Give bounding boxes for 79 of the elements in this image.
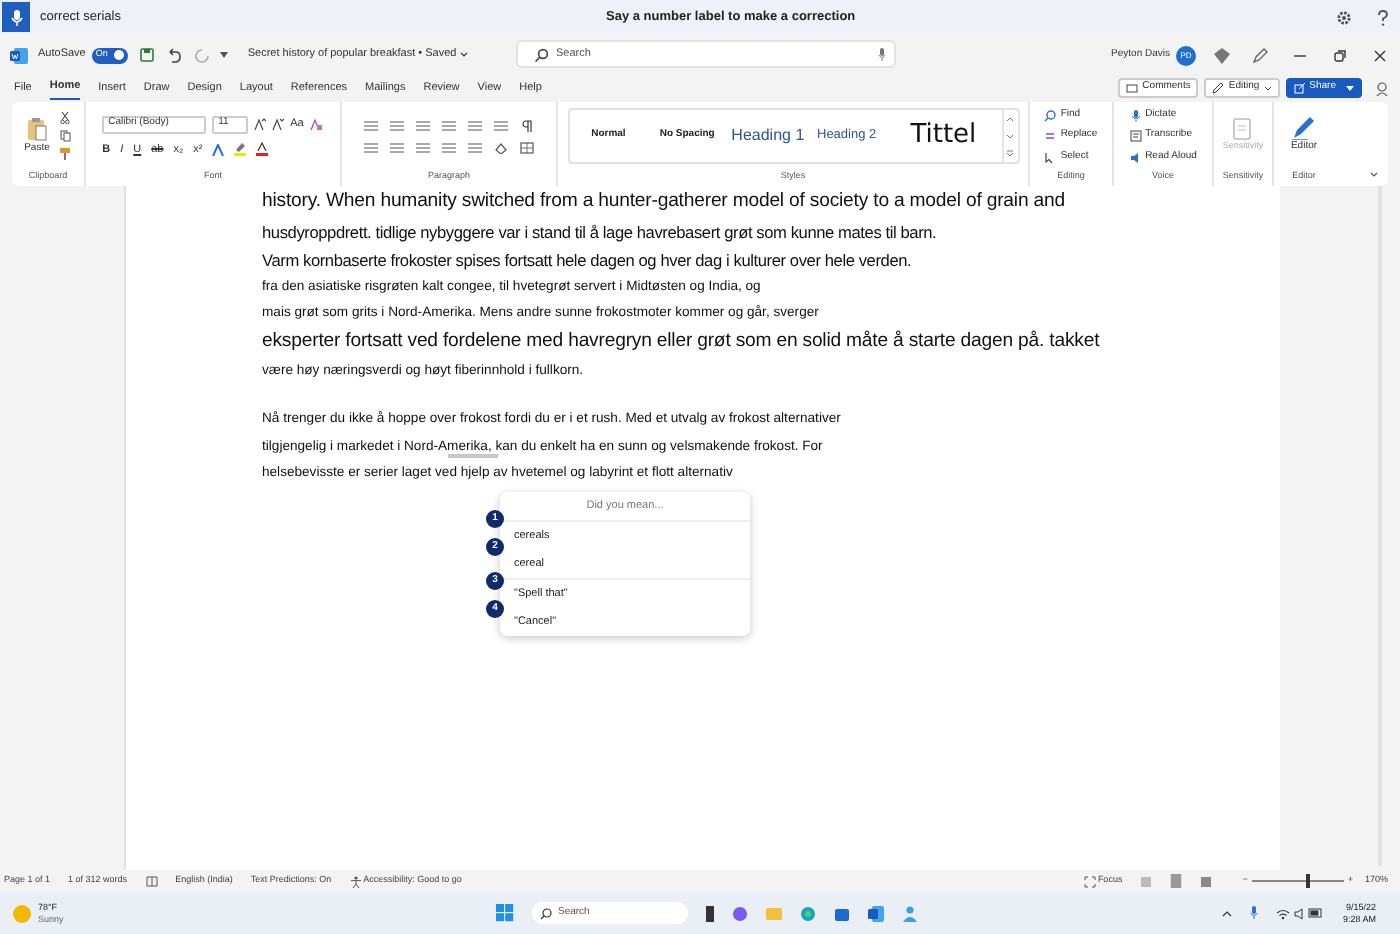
align-right-icon[interactable] (416, 141, 430, 154)
pen-icon (1212, 82, 1225, 94)
numbering-icon[interactable] (390, 119, 404, 132)
copy-icon[interactable] (59, 130, 72, 143)
web-layout-icon[interactable] (1200, 875, 1213, 887)
center-icon[interactable] (390, 141, 404, 154)
collapse-ribbon-icon[interactable] (1370, 172, 1378, 178)
decrease-indent-icon[interactable] (442, 119, 456, 132)
microphone-icon (9, 9, 23, 25)
accessibility-icon (349, 875, 362, 887)
diamond-icon[interactable] (1214, 47, 1230, 63)
chevron-up-icon[interactable] (1222, 909, 1233, 917)
search-icon (540, 907, 552, 919)
browser-icon[interactable] (800, 905, 816, 921)
slider-thumb[interactable] (1306, 874, 1311, 888)
chevron-down-icon (460, 52, 469, 58)
transcribe-icon (1129, 130, 1142, 143)
settings-icon[interactable] (1336, 9, 1352, 25)
grow-font-icon[interactable] (254, 118, 267, 130)
multilevel-list-icon[interactable] (416, 119, 430, 132)
cut-icon[interactable] (59, 112, 70, 125)
word-app-icon[interactable] (868, 905, 884, 921)
battery-icon[interactable] (1308, 908, 1325, 918)
comment-icon (1126, 83, 1139, 93)
document-line: Varm kornbaserte frokoster spises fortsatt hele dagen og hver dag i kulturer over hele verden. (262, 247, 914, 274)
highlighter-icon[interactable] (234, 142, 247, 157)
undo-icon[interactable] (165, 47, 182, 63)
clear-formatting-icon[interactable] (309, 117, 324, 131)
increase-indent-icon[interactable] (468, 119, 482, 132)
save-icon[interactable] (139, 48, 154, 62)
speaker-icon (1129, 151, 1142, 164)
cursor-icon (1044, 151, 1057, 164)
share-icon (1293, 82, 1306, 94)
text-effects-icon[interactable] (212, 143, 225, 156)
line-spacing-icon[interactable] (468, 141, 482, 154)
pen-icon[interactable] (1252, 47, 1268, 63)
shading-icon[interactable] (494, 141, 508, 154)
format-painter-icon[interactable] (59, 148, 72, 161)
microphone-icon (1129, 109, 1142, 122)
minimize-icon[interactable] (1294, 49, 1306, 61)
style-option[interactable]: Tittel (884, 110, 1003, 163)
search-icon (1044, 109, 1057, 122)
microphone-button[interactable] (2, 2, 30, 32)
more-styles-icon[interactable] (1006, 150, 1015, 157)
pen-icon (1292, 116, 1316, 141)
dropdown-icon[interactable] (219, 52, 228, 58)
restore-icon[interactable] (1334, 49, 1346, 61)
document-line: husdyroppdrett. tidlige nybyggere var i stand til å lage havrebasert grøt som kunne mates til barn. (262, 219, 939, 246)
align-left-icon[interactable] (364, 141, 378, 154)
justify-icon[interactable] (442, 141, 456, 154)
search-icon (534, 47, 548, 61)
pilcrow-icon[interactable] (520, 119, 534, 132)
close-icon[interactable] (1374, 49, 1386, 61)
microphone-icon[interactable] (878, 47, 886, 61)
borders-icon[interactable] (520, 141, 534, 154)
document-line: eksperter fortsatt ved fordelene med havregryn eller grøt som en solid måte å starte dagen på. takket (262, 328, 1102, 357)
coauthor-icon[interactable] (1376, 81, 1390, 95)
caret-down-icon (1346, 85, 1354, 91)
replace-icon (1044, 130, 1057, 143)
help-icon[interactable] (1376, 9, 1390, 25)
clipboard-icon (25, 115, 48, 142)
people-icon[interactable] (902, 905, 918, 921)
shrink-font-icon[interactable] (272, 118, 285, 130)
store-icon[interactable] (834, 905, 850, 921)
print-layout-icon[interactable] (1170, 874, 1183, 888)
microphone-icon[interactable] (1250, 906, 1259, 920)
document-tag-icon (1232, 118, 1253, 141)
sort-icon[interactable] (494, 119, 508, 132)
bullets-icon[interactable] (364, 119, 378, 132)
word-app-icon (10, 47, 28, 63)
chat-icon[interactable] (732, 905, 748, 921)
wifi-icon[interactable] (1276, 907, 1291, 919)
windows-start-icon[interactable] (496, 904, 514, 922)
document-line: history. When humanity switched from a hunter-gatherer model of society to a model of grain and (262, 188, 1067, 217)
book-icon[interactable] (145, 875, 158, 887)
focus-icon (1083, 875, 1096, 887)
speaker-icon[interactable] (1294, 907, 1305, 919)
font-color-icon[interactable] (256, 142, 269, 157)
style-option[interactable]: Heading 1 (726, 110, 810, 163)
